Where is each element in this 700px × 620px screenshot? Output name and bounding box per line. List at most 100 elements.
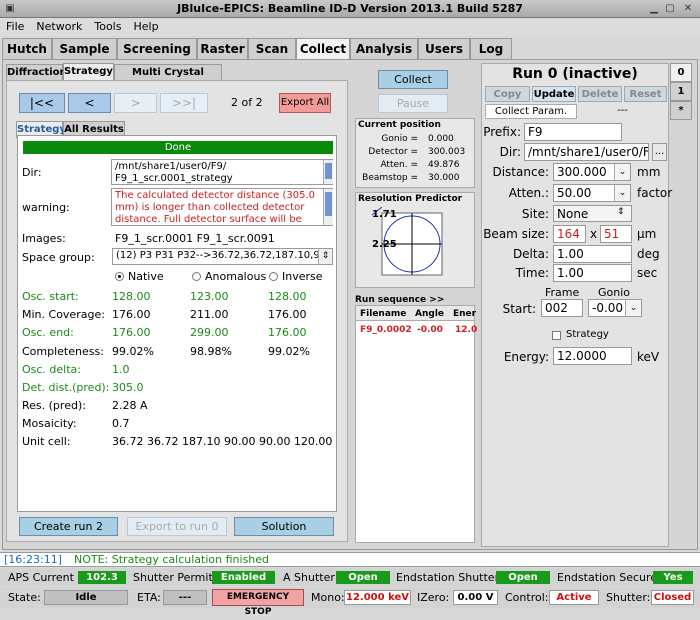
warning-textarea[interactable]: The calculated detector distance (305.0 …: [111, 188, 333, 226]
run-title: Run 0 (inactive): [512, 66, 638, 82]
run-seq-filename[interactable]: F9_0.0002: [360, 325, 412, 335]
tab-hutch[interactable]: Hutch: [2, 38, 52, 59]
chevron-down-icon[interactable]: ⌄: [614, 185, 630, 201]
run-tab-new[interactable]: *: [670, 101, 692, 120]
tab-analysis[interactable]: Analysis: [350, 38, 418, 59]
run-tab-1[interactable]: 1: [670, 82, 692, 101]
menu-network[interactable]: Network: [36, 20, 82, 33]
status-bar-done: Done: [23, 141, 333, 154]
control-label: Control:: [505, 591, 549, 604]
min-coverage-inverse: 176.00: [268, 308, 307, 321]
beam-x-input[interactable]: 164: [553, 225, 586, 243]
shutter-permit-value: Enabled: [212, 571, 275, 584]
strategy-checkbox[interactable]: [552, 331, 561, 340]
pause-button[interactable]: Pause: [378, 94, 448, 113]
anomalous-label: Anomalous: [205, 270, 267, 283]
browse-dir-button[interactable]: ...: [652, 143, 667, 161]
prev-result-button[interactable]: <: [68, 93, 111, 113]
menu-file[interactable]: File: [6, 20, 24, 33]
tab-screening[interactable]: Screening: [117, 38, 197, 59]
tab-users[interactable]: Users: [418, 38, 470, 59]
space-group-label: Space group:: [22, 251, 95, 264]
tab-raster[interactable]: Raster: [197, 38, 248, 59]
export-to-run-button[interactable]: Export to run 0: [127, 517, 227, 536]
start-frame-input[interactable]: 002: [541, 299, 583, 317]
run-dir-label: Dir:: [499, 145, 521, 159]
tab-log[interactable]: Log: [470, 38, 512, 59]
min-coverage-label: Min. Coverage:: [22, 308, 105, 321]
update-button[interactable]: Update: [532, 86, 576, 102]
radio-inverse[interactable]: [269, 272, 278, 281]
beam-y-input[interactable]: 51: [600, 225, 632, 243]
last-result-button[interactable]: >>|: [160, 93, 208, 113]
first-result-button[interactable]: |<<: [19, 93, 65, 113]
state-value: Idle: [44, 590, 128, 605]
res-ring-outer-label: 1.71: [372, 209, 397, 220]
space-group-select[interactable]: (12) P3 P31 P32-->36.72,36.72,187.10,90.…: [112, 248, 333, 265]
energy-input[interactable]: 12.0000: [553, 347, 632, 365]
osc-start-anomalous: 123.00: [190, 290, 229, 303]
radio-native[interactable]: [115, 272, 124, 281]
tab-scan[interactable]: Scan: [248, 38, 296, 59]
chevron-down-icon: ⇕: [318, 249, 332, 264]
chevron-down-icon[interactable]: ⌄: [625, 300, 641, 316]
maximize-icon[interactable]: ▢: [664, 3, 676, 15]
delta-input[interactable]: 1.00: [553, 245, 632, 263]
osc-delta-label: Osc. delta:: [22, 363, 81, 376]
warning-line-1: The calculated detector distance (305.0: [115, 190, 316, 201]
next-result-button[interactable]: >: [114, 93, 157, 113]
aps-current-label: APS Current: [8, 571, 74, 584]
menu-bar: File Network Tools Help: [0, 18, 700, 36]
dir-textarea[interactable]: /mnt/share1/user0/F9/ F9_1_scr.0001_stra…: [111, 159, 333, 185]
tab-strategy[interactable]: Strategy: [63, 63, 114, 81]
chevron-down-icon[interactable]: ⌄: [614, 164, 630, 180]
warning-line-3: distance. Full detector surface will be: [115, 214, 302, 225]
tab-diffraction[interactable]: Diffraction: [6, 64, 67, 81]
current-position-title: Current position: [358, 120, 441, 130]
warning-scrollbar[interactable]: [323, 189, 333, 225]
run-sequence-title: Run sequence >>: [355, 295, 445, 305]
collect-button[interactable]: Collect: [378, 70, 448, 89]
close-icon[interactable]: ✕: [682, 3, 694, 15]
dir-scrollbar[interactable]: [323, 160, 333, 184]
solution-button[interactable]: Solution: [234, 517, 334, 536]
tab-sample[interactable]: Sample: [52, 38, 117, 59]
collect-param-tab[interactable]: Collect Param.: [485, 104, 577, 119]
run-sequence-table[interactable]: [355, 305, 475, 543]
run-dir-input[interactable]: /mnt/share1/user0/F9: [524, 143, 649, 161]
run-tab-0[interactable]: 0: [670, 63, 692, 82]
run-seq-angle[interactable]: -0.00: [417, 325, 443, 335]
run-seq-energy[interactable]: 12.0: [455, 325, 477, 335]
create-run-button[interactable]: Create run 2: [19, 517, 118, 536]
export-all-button[interactable]: Export All: [279, 93, 331, 113]
menu-help[interactable]: Help: [133, 20, 158, 33]
log-time: [16:23:11]: [4, 553, 62, 566]
atten-value: 50.00: [557, 186, 592, 200]
frame-label: Frame: [545, 286, 580, 299]
tab-multi-crystal-strategy[interactable]: Multi Crystal Strategy: [114, 64, 222, 94]
beam-unit: µm: [637, 227, 657, 241]
izero-label: IZero:: [417, 591, 450, 604]
emergency-stop-button[interactable]: EMERGENCY STOP: [212, 589, 304, 617]
endstation-secure-value: Yes: [653, 571, 693, 584]
prefix-input[interactable]: F9: [524, 123, 622, 141]
images-label: Images:: [22, 232, 66, 245]
minimize-icon[interactable]: ▁: [648, 3, 660, 15]
osc-end-native: 176.00: [112, 326, 151, 339]
radio-anomalous[interactable]: [192, 272, 201, 281]
detector-pos-label: Detector =: [368, 147, 418, 157]
atten-unit: factor: [637, 186, 673, 200]
time-input[interactable]: 1.00: [553, 264, 632, 282]
distance-unit: mm: [637, 165, 661, 179]
warning-label: warning:: [22, 201, 70, 214]
osc-delta-value: 1.0: [112, 363, 130, 376]
delete-button[interactable]: Delete: [578, 86, 622, 102]
native-label: Native: [128, 270, 164, 283]
tab-collect[interactable]: Collect: [296, 38, 350, 60]
copy-button[interactable]: Copy: [485, 86, 530, 102]
reset-button[interactable]: Reset: [624, 86, 667, 102]
min-coverage-anomalous: 211.00: [190, 308, 229, 321]
endstation-shutter-value: Open: [496, 571, 550, 584]
osc-start-label: Osc. start:: [22, 290, 79, 303]
menu-tools[interactable]: Tools: [94, 20, 121, 33]
